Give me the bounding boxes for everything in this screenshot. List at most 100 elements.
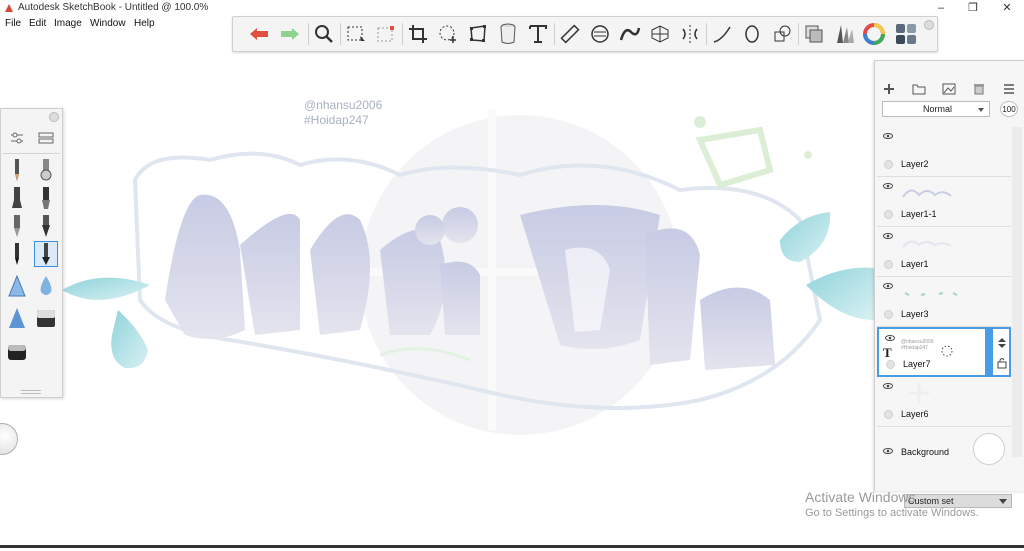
maximize-button[interactable]: ❐ — [956, 0, 990, 16]
blur-brush-icon[interactable] — [5, 273, 29, 299]
symmetry-icon[interactable] — [677, 21, 703, 47]
layer-lock-dot[interactable] — [884, 160, 893, 169]
brush-settings-icon[interactable] — [5, 125, 29, 151]
layer-copy-icon[interactable] — [801, 21, 827, 47]
brush-library-icon[interactable] — [34, 125, 58, 151]
visibility-eye-icon[interactable] — [883, 183, 893, 189]
ballpoint-pen-icon-selected[interactable] — [34, 241, 58, 267]
layer-options-side — [995, 329, 1009, 375]
layer-lock-dot[interactable] — [884, 210, 893, 219]
layer-menu-icon[interactable] — [1001, 81, 1017, 97]
layer-editor: Normal 100 Layer2 Layer1-1 Layer1 Layer3… — [874, 60, 1024, 491]
brush-palette-grip[interactable] — [21, 390, 41, 394]
visibility-eye-icon[interactable] — [883, 233, 893, 239]
crop-icon[interactable] — [405, 21, 431, 47]
zoom-icon[interactable] — [311, 21, 337, 47]
palette-icon[interactable] — [893, 21, 919, 47]
watermark-handle: @nhansu2006 — [304, 98, 383, 112]
perspective-icon[interactable] — [647, 21, 673, 47]
eraser-icon[interactable] — [34, 305, 58, 331]
bucket-icon[interactable] — [495, 21, 521, 47]
select-rect-icon[interactable] — [343, 21, 369, 47]
toolbar-separator — [554, 23, 555, 45]
toolbar-close-icon[interactable] — [924, 20, 934, 30]
window-title: Autodesk SketchBook - Untitled @ 100.0% — [18, 2, 209, 13]
toolbar-separator — [340, 23, 341, 45]
drawing-canvas[interactable]: @nhansu2006 #Hoidap247 — [0, 34, 1024, 546]
menu-edit[interactable]: Edit — [29, 18, 46, 29]
layer-list-scrollbar[interactable] — [1012, 127, 1022, 457]
marker-brush-icon[interactable] — [5, 185, 29, 211]
layer-opacity-control[interactable]: 100 — [1000, 101, 1018, 117]
hard-eraser-icon[interactable] — [5, 339, 29, 365]
menu-bar: File Edit Image Window Help — [0, 16, 240, 32]
layer-lock-dot[interactable] — [884, 310, 893, 319]
activate-windows-title: Activate Windows — [805, 489, 916, 505]
import-image-icon[interactable] — [941, 81, 957, 97]
ruler-icon[interactable] — [557, 21, 583, 47]
layer-row-layer7-selected[interactable]: T @nhansu2006 #Hoidap247 Layer7 — [877, 327, 1011, 377]
pencil-brush-icon[interactable] — [5, 157, 29, 183]
visibility-eye-icon[interactable] — [885, 335, 895, 341]
redo-icon[interactable] — [277, 21, 303, 47]
distort-icon[interactable] — [465, 21, 491, 47]
calligraphy-pen-icon[interactable] — [34, 213, 58, 239]
layer-lock-icon[interactable] — [997, 357, 1007, 369]
smudge-brush-icon[interactable] — [5, 305, 29, 331]
layer-toolbar — [875, 77, 1024, 99]
undo-icon[interactable] — [246, 21, 272, 47]
ink-pen-icon[interactable] — [5, 213, 29, 239]
layer-name: Layer1-1 — [901, 209, 937, 219]
brush-palette — [0, 108, 63, 398]
text-icon[interactable] — [525, 21, 551, 47]
layer-lock-dot[interactable] — [886, 360, 895, 369]
toolbar-separator — [798, 23, 799, 45]
shape-icon[interactable] — [769, 21, 795, 47]
visibility-eye-icon[interactable] — [883, 448, 893, 454]
layer-lock-dot[interactable] — [884, 410, 893, 419]
color-wheel-icon[interactable] — [861, 21, 887, 47]
stroke-icon[interactable] — [709, 21, 735, 47]
ellipse-shape-icon[interactable] — [739, 21, 765, 47]
menu-help[interactable]: Help — [134, 18, 155, 29]
blend-mode-dropdown[interactable]: Normal — [882, 101, 990, 117]
brush-palette-close-icon[interactable] — [49, 112, 59, 122]
delete-layer-icon[interactable] — [971, 81, 987, 97]
layer-group-folder-icon[interactable] — [911, 81, 927, 97]
fineliner-icon[interactable] — [5, 241, 29, 267]
curve-icon[interactable] — [617, 21, 643, 47]
visibility-eye-icon[interactable] — [883, 383, 893, 389]
layer-name: Background — [901, 447, 950, 457]
layer-lock-dot[interactable] — [884, 260, 893, 269]
main-toolbar — [232, 16, 938, 52]
layer-row-layer1-1[interactable]: Layer1-1 — [877, 177, 1011, 227]
add-layer-icon[interactable] — [881, 81, 897, 97]
blend-mode-value: Normal — [923, 104, 953, 114]
paint-brush-icon[interactable] — [34, 185, 58, 211]
visibility-eye-icon[interactable] — [883, 133, 893, 139]
minimize-button[interactable]: – — [924, 0, 958, 16]
watermark-tag: #Hoidap247 — [304, 113, 369, 127]
water-drop-brush-icon[interactable] — [34, 273, 58, 299]
layer-row-background[interactable]: Background — [877, 427, 1011, 477]
layer-blend-arrows-icon[interactable] — [997, 337, 1007, 349]
artwork-hoai-thu — [62, 110, 874, 435]
menu-window[interactable]: Window — [90, 18, 126, 29]
close-button[interactable]: ✕ — [990, 0, 1024, 16]
airbrush-icon[interactable] — [34, 157, 58, 183]
copic-icon[interactable] — [831, 21, 857, 47]
layer-name: Layer3 — [901, 309, 929, 319]
layer-row-layer2[interactable]: Layer2 — [877, 127, 1011, 177]
brush-set-dropdown[interactable]: Custom set — [904, 494, 1012, 508]
ellipse-guide-icon[interactable] — [587, 21, 613, 47]
background-color-swatch[interactable] — [973, 433, 1005, 465]
menu-file[interactable]: File — [5, 18, 21, 29]
menu-image[interactable]: Image — [54, 18, 82, 29]
transform-select-icon[interactable] — [373, 21, 399, 47]
layer-row-layer1[interactable]: Layer1 — [877, 227, 1011, 277]
layer-row-layer3[interactable]: Layer3 — [877, 277, 1011, 327]
layer-thumbnail — [909, 383, 929, 403]
visibility-eye-icon[interactable] — [883, 283, 893, 289]
layer-row-layer6[interactable]: Layer6 — [877, 377, 1011, 427]
lasso-move-icon[interactable] — [435, 21, 461, 47]
